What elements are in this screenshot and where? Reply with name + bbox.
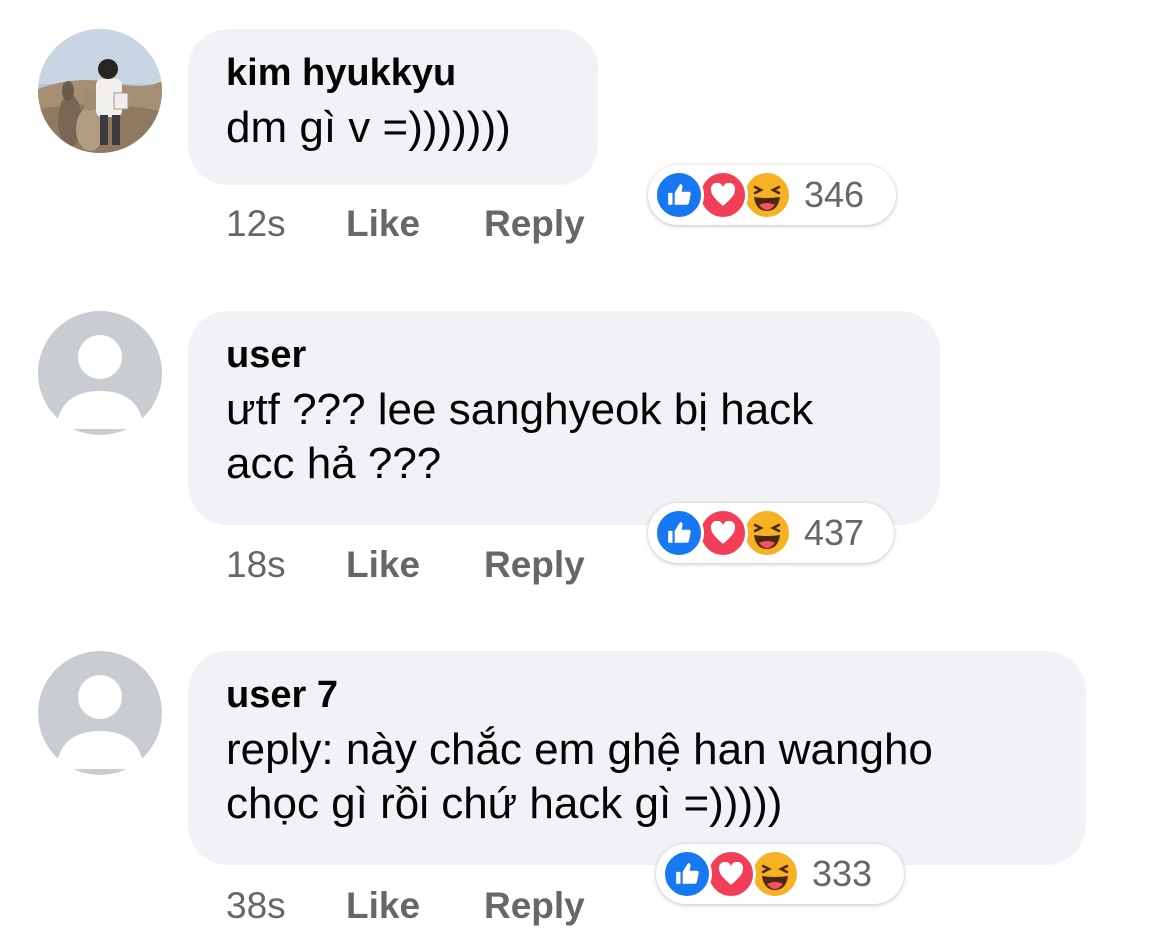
love-icon <box>706 849 756 899</box>
comment-bubble: kim hyukkyu dm gì v =))))))) <box>188 29 598 185</box>
comment-actions: 12s Like Reply <box>226 203 585 245</box>
profile-photo-icon <box>38 29 162 153</box>
comment-text: dm gì v =))))))) <box>226 103 511 152</box>
reaction-summary[interactable]: 333 <box>656 844 904 904</box>
comment-timestamp: 12s <box>226 203 286 244</box>
reaction-summary[interactable]: 346 <box>648 165 896 225</box>
avatar[interactable] <box>38 311 162 435</box>
comment-timestamp: 18s <box>226 544 286 585</box>
haha-icon <box>750 849 800 899</box>
like-button[interactable]: Like <box>346 885 484 927</box>
reaction-count: 333 <box>812 853 873 894</box>
comment-bubble: user ưtf ??? lee sanghyeok bị hack acc h… <box>188 311 940 525</box>
like-button[interactable]: Like <box>346 544 484 586</box>
like-icon <box>662 849 712 899</box>
comment-actions: 38s Like Reply <box>226 885 585 927</box>
comment-timestamp: 38s <box>226 885 286 926</box>
reply-button[interactable]: Reply <box>484 544 585 586</box>
comment-text: ưtf ??? lee sanghyeok bị hack acc hả ??? <box>226 385 814 488</box>
comment-text: reply: này chắc em ghệ han wangho chọc g… <box>226 725 933 828</box>
haha-icon <box>742 508 792 558</box>
default-avatar-icon <box>38 651 162 775</box>
comment-author[interactable]: user 7 <box>226 673 1048 717</box>
comment-author[interactable]: kim hyukkyu <box>226 51 560 95</box>
reaction-count: 346 <box>804 174 865 215</box>
avatar[interactable] <box>38 651 162 775</box>
reaction-summary[interactable]: 437 <box>648 503 894 563</box>
reply-button[interactable]: Reply <box>484 885 585 927</box>
like-button[interactable]: Like <box>346 203 484 245</box>
avatar[interactable] <box>38 29 162 153</box>
haha-icon <box>742 170 792 220</box>
like-icon <box>654 170 704 220</box>
default-avatar-icon <box>38 311 162 435</box>
love-icon <box>698 170 748 220</box>
love-icon <box>698 508 748 558</box>
comment-author[interactable]: user <box>226 333 902 377</box>
reply-button[interactable]: Reply <box>484 203 585 245</box>
comment-actions: 18s Like Reply <box>226 544 585 586</box>
reaction-count: 437 <box>804 512 865 553</box>
like-icon <box>654 508 704 558</box>
comment-bubble: user 7 reply: này chắc em ghệ han wangho… <box>188 651 1086 865</box>
